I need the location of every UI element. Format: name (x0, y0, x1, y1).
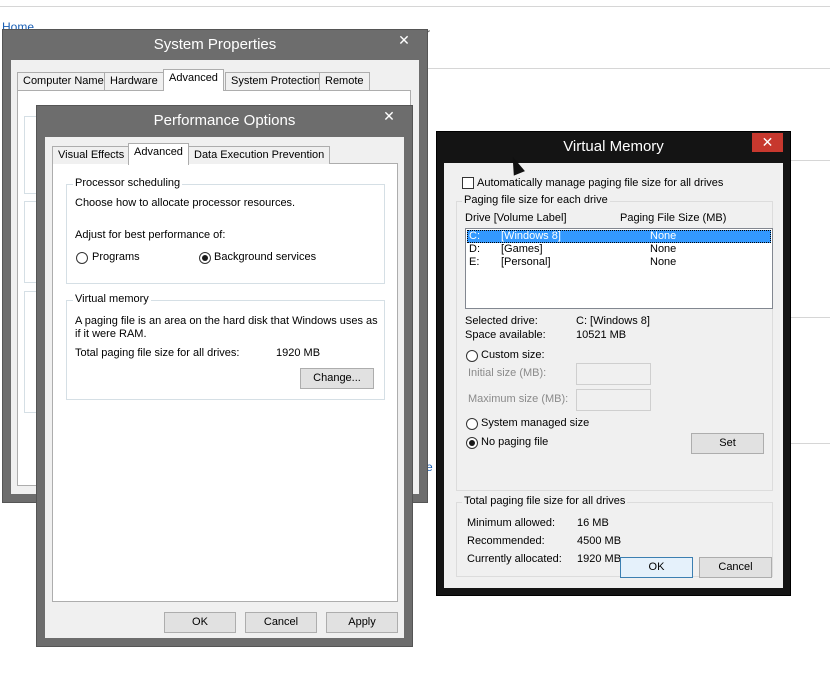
total-paging-value: 1920 MB (276, 347, 321, 359)
window-client: Processor scheduling Choose how to alloc… (45, 137, 404, 638)
tab-data-execution-prevention[interactable]: Data Execution Prevention (188, 146, 331, 164)
initial-size-label: Initial size (MB): (468, 367, 547, 379)
drive-size: None (650, 243, 677, 255)
drive-letter: D: (469, 243, 480, 255)
cancel-button[interactable]: Cancel (245, 612, 317, 633)
total-paging-label: Total paging file size for all drives: (75, 347, 240, 359)
change-button[interactable]: Change... (300, 368, 374, 389)
space-available-value: 10521 MB (576, 329, 627, 341)
apply-button[interactable]: Apply (326, 612, 398, 633)
column-header-size: Paging File Size (MB) (620, 212, 727, 224)
drive-size: None (650, 256, 677, 268)
group-title: Total paging file size for all drives (462, 495, 628, 507)
tab-system-protection[interactable]: System Protection (225, 72, 327, 90)
window-title: System Properties (153, 36, 277, 53)
drive-row-e[interactable]: E: [Personal] None (467, 256, 771, 269)
system-managed-label[interactable]: System managed size (481, 417, 589, 429)
performance-options-window: Performance Options ✕ Processor scheduli… (36, 105, 413, 647)
vm-description-line2: if it were RAM. (75, 328, 147, 340)
selected-drive-value: C: [Windows 8] (576, 315, 650, 327)
drive-listbox[interactable]: C: [Windows 8] None D: [Games] None E: [… (465, 228, 773, 309)
system-managed-radio[interactable] (466, 418, 478, 430)
initial-size-input[interactable] (576, 363, 651, 385)
auto-manage-checkbox[interactable] (462, 177, 474, 189)
cancel-button[interactable]: Cancel (699, 557, 772, 578)
drive-letter: E: (469, 256, 480, 268)
no-paging-file-radio[interactable] (466, 437, 478, 449)
bg-divider (790, 317, 830, 318)
selected-drive-label: Selected drive: (465, 315, 538, 327)
ok-button[interactable]: OK (620, 557, 693, 578)
window-title: Performance Options (153, 112, 296, 129)
tab-visual-effects[interactable]: Visual Effects (52, 146, 131, 164)
column-header-drive: Drive [Volume Label] (465, 212, 567, 224)
drive-label: [Personal] (501, 256, 551, 268)
adjust-label: Adjust for best performance of: (75, 229, 226, 241)
no-paging-file-label[interactable]: No paging file (481, 436, 548, 448)
vm-description-line1: A paging file is an area on the hard dis… (75, 315, 378, 327)
custom-size-radio[interactable] (466, 350, 478, 362)
ok-button[interactable]: OK (164, 612, 236, 633)
drive-row-d[interactable]: D: [Games] None (467, 243, 771, 256)
group-title: Processor scheduling (73, 177, 183, 189)
recommended-value: 4500 MB (577, 535, 622, 547)
close-icon[interactable]: ✕ (752, 133, 783, 152)
recommended-label: Recommended: (467, 535, 545, 547)
minimum-allowed-value: 16 MB (577, 517, 609, 529)
close-icon[interactable]: ✕ (387, 31, 421, 50)
tab-advanced[interactable]: Advanced (128, 143, 189, 165)
bg-divider (0, 6, 830, 7)
currently-allocated-value: 1920 MB (577, 553, 622, 565)
tab-advanced[interactable]: Advanced (163, 69, 224, 91)
tab-pane: Processor scheduling Choose how to alloc… (52, 163, 398, 602)
close-icon[interactable]: ✕ (372, 107, 406, 126)
set-button[interactable]: Set (691, 433, 764, 454)
tab-strip: Computer Name Hardware Advanced System P… (17, 69, 411, 91)
currently-allocated-label: Currently allocated: (467, 553, 562, 565)
background-services-label[interactable]: Background services (214, 251, 316, 263)
custom-size-label[interactable]: Custom size: (481, 349, 545, 361)
drive-label: [Games] (501, 243, 543, 255)
bg-divider (790, 160, 830, 161)
bg-divider (790, 443, 830, 444)
tab-strip: Visual Effects Advanced Data Execution P… (52, 143, 398, 165)
group-title: Virtual memory (73, 293, 151, 305)
space-available-label: Space available: (465, 329, 546, 341)
virtual-memory-window: Virtual Memory ✕ Automatically manage pa… (436, 131, 791, 596)
drive-row-c[interactable]: C: [Windows 8] None (467, 230, 771, 243)
processor-scheduling-group: Processor scheduling Choose how to alloc… (66, 177, 385, 284)
tab-remote[interactable]: Remote (319, 72, 370, 90)
minimum-allowed-label: Minimum allowed: (467, 517, 556, 529)
group-title: Paging file size for each drive (462, 194, 610, 206)
drive-letter: C: (469, 230, 480, 242)
auto-manage-label[interactable]: Automatically manage paging file size fo… (477, 177, 723, 189)
tab-computer-name[interactable]: Computer Name (17, 72, 110, 90)
virtual-memory-group: Virtual memory A paging file is an area … (66, 293, 385, 400)
paging-file-group: Paging file size for each drive Drive [V… (456, 194, 773, 491)
maximum-size-input[interactable] (576, 389, 651, 411)
maximum-size-label: Maximum size (MB): (468, 393, 569, 405)
drive-label: [Windows 8] (501, 230, 561, 242)
tab-hardware[interactable]: Hardware (104, 72, 164, 90)
bg-divider (420, 68, 830, 69)
background-services-radio[interactable] (199, 252, 211, 264)
programs-label[interactable]: Programs (92, 251, 140, 263)
processor-description: Choose how to allocate processor resourc… (75, 197, 296, 209)
window-client: Automatically manage paging file size fo… (444, 163, 783, 588)
window-title: Virtual Memory (563, 138, 664, 155)
programs-radio[interactable] (76, 252, 88, 264)
drive-size: None (650, 230, 677, 242)
